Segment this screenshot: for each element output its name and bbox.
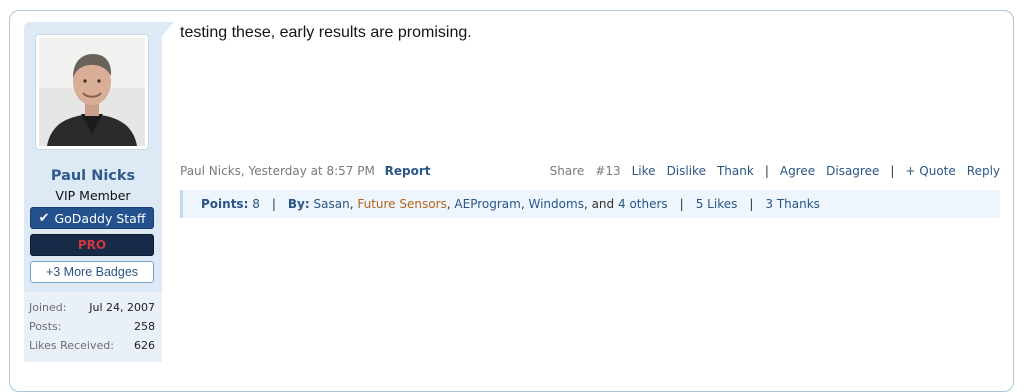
reactor-link[interactable]: Future Sensors	[357, 197, 446, 211]
reactions-summary: Points: 8 | By: Sasan, Future Sensors, A…	[180, 190, 1000, 218]
badge-staff-label: GoDaddy Staff	[54, 210, 146, 226]
others-link[interactable]: 4 others	[618, 197, 668, 211]
reply-button[interactable]: Reply	[967, 164, 1000, 178]
more-badges-button[interactable]: +3 More Badges	[30, 261, 154, 283]
share-link[interactable]: Share	[550, 164, 585, 178]
user-avatar-photo-icon	[39, 38, 145, 146]
stat-value: 626	[134, 339, 155, 352]
points-value[interactable]: 8	[252, 197, 260, 211]
user-stats: Joined: Jul 24, 2007 Posts: 258 Likes Re…	[24, 292, 162, 362]
stat-likes-received: Likes Received: 626	[29, 339, 155, 352]
disagree-button[interactable]: Disagree	[826, 164, 879, 178]
separator: |	[764, 164, 769, 178]
thank-button[interactable]: Thank	[717, 164, 754, 178]
reactor-link[interactable]: AEProgram	[454, 197, 520, 211]
stat-joined: Joined: Jul 24, 2007	[29, 301, 155, 314]
stat-posts: Posts: 258	[29, 320, 155, 333]
more-badges-label: +3 More Badges	[45, 265, 139, 279]
post-number-link[interactable]: #13	[595, 164, 620, 178]
stat-label: Joined:	[29, 301, 67, 314]
post-author-date: Paul Nicks, Yesterday at 8:57 PM Report	[180, 164, 431, 178]
stat-label: Posts:	[29, 320, 62, 333]
agree-button[interactable]: Agree	[780, 164, 815, 178]
stat-label: Likes Received:	[29, 339, 114, 352]
and-text: , and	[583, 197, 615, 211]
stat-value: 258	[134, 320, 155, 333]
checkmark-icon: ✔	[38, 210, 50, 226]
comma: ,	[520, 197, 525, 211]
likes-count-link[interactable]: 5 Likes	[696, 197, 738, 211]
user-title: VIP Member	[55, 188, 131, 203]
badge-pro-label: PRO	[77, 238, 107, 252]
post-message: testing these, early results are promisi…	[180, 24, 472, 41]
badge-godaddy-staff[interactable]: ✔ GoDaddy Staff	[30, 207, 154, 229]
quote-button[interactable]: + Quote	[905, 164, 955, 178]
separator: |	[890, 164, 895, 178]
comma: ,	[349, 197, 354, 211]
reactor-link[interactable]: Windoms	[529, 197, 584, 211]
author-date-text[interactable]: Paul Nicks, Yesterday at 8:57 PM	[180, 164, 375, 178]
separator: |	[749, 197, 754, 211]
dislike-button[interactable]: Dislike	[667, 164, 706, 178]
panel-arrow	[162, 22, 174, 36]
reactor-link[interactable]: Sasan	[314, 197, 350, 211]
badge-pro[interactable]: PRO	[30, 234, 154, 256]
thanks-count-link[interactable]: 3 Thanks	[765, 197, 820, 211]
separator: |	[271, 197, 276, 211]
comma: ,	[446, 197, 451, 211]
avatar[interactable]	[35, 34, 149, 150]
report-link[interactable]: Report	[385, 164, 431, 178]
like-button[interactable]: Like	[632, 164, 656, 178]
by-label: By:	[287, 197, 310, 211]
post-meta-bar: Paul Nicks, Yesterday at 8:57 PM Report …	[180, 164, 1000, 180]
username[interactable]: Paul Nicks	[24, 168, 162, 184]
points-label: Points:	[201, 197, 249, 211]
post-actions: Share #13 Like Dislike Thank | Agree Dis…	[539, 164, 1000, 178]
separator: |	[679, 197, 684, 211]
stat-value: Jul 24, 2007	[89, 301, 155, 314]
